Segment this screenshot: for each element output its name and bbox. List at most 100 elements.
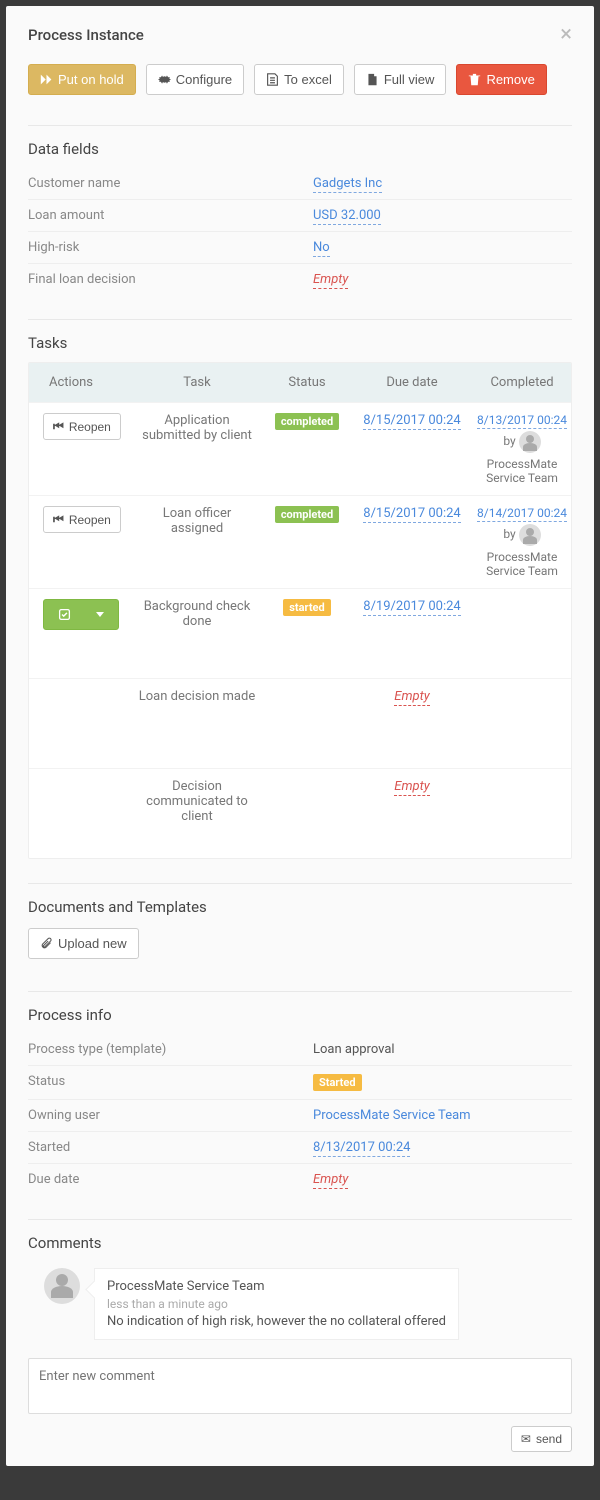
process-info-row: Owning userProcessMate Service Team [28,1100,572,1132]
task-actions-cell: ⏮ Reopen [37,413,137,440]
divider [28,319,572,320]
send-comment-button[interactable]: ✉ send [511,1426,572,1452]
task-row: Loan decision madeEmpty [29,678,571,768]
completed-by-line: by [467,431,572,453]
task-due-date[interactable]: 8/15/2017 00:24 [357,506,467,521]
comment-bubble: ProcessMate Service Teamless than a minu… [94,1268,459,1340]
status-badge: started [283,599,330,616]
completed-date[interactable]: 8/13/2017 00:24 [477,413,567,429]
col-completed: Completed [467,375,572,390]
field-label: Due date [28,1172,313,1187]
comments-title: Comments [28,1234,572,1252]
send-label: send [536,1432,562,1446]
reopen-label: Reopen [69,420,111,434]
task-name: Background check done [137,599,257,629]
process-info-list: Process type (template)Loan approvalStat… [28,1034,572,1195]
put-on-hold-label: Put on hold [58,72,124,87]
task-due-date[interactable]: Empty [357,779,467,794]
rewind-icon: ⏮ [53,512,64,527]
reopen-button[interactable]: ⏮ Reopen [43,506,121,533]
field-value[interactable]: ProcessMate Service Team [313,1108,572,1123]
comments-list: ProcessMate Service Teamless than a minu… [28,1268,572,1340]
task-actions-cell: ⏮ Reopen [37,506,137,533]
envelope-icon: ✉ [521,1432,531,1446]
remove-button[interactable]: Remove [456,64,546,95]
comment-author: ProcessMate Service Team [107,1279,446,1294]
task-actions-cell [37,599,137,630]
close-icon[interactable]: × [560,24,572,46]
data-field-row: Loan amountUSD 32.000 [28,200,572,232]
toolbar: Put on hold Configure To excel Full view… [28,64,572,95]
task-due-date[interactable]: Empty [357,689,467,704]
col-status: Status [257,375,357,390]
field-label: Process type (template) [28,1042,313,1057]
data-field-row: Customer nameGadgets Inc [28,168,572,200]
completed-date[interactable]: 8/14/2017 00:24 [477,506,567,522]
col-actions: Actions [37,375,137,390]
full-view-label: Full view [384,72,435,87]
status-badge: completed [275,413,339,430]
data-fields-list: Customer nameGadgets IncLoan amountUSD 3… [28,168,572,295]
put-on-hold-button[interactable]: Put on hold [28,64,136,95]
task-action-dropdown[interactable] [43,599,119,630]
divider [28,125,572,126]
full-view-button[interactable]: Full view [354,64,447,95]
task-status: completed [257,506,357,523]
data-field-row: Final loan decisionEmpty [28,264,572,295]
task-row: ⏮ Reopen Application submitted by client c… [29,402,571,495]
col-task: Task [137,375,257,390]
status-badge: completed [275,506,339,523]
task-status: started [257,599,357,616]
reopen-button[interactable]: ⏮ Reopen [43,413,121,440]
process-info-row: Due dateEmpty [28,1164,572,1195]
rewind-icon: ⏮ [53,419,64,434]
field-value[interactable]: Empty [313,1172,572,1187]
field-value: Loan approval [313,1042,572,1057]
configure-label: Configure [176,72,232,87]
data-field-row: High-riskNo [28,232,572,264]
divider [28,883,572,884]
field-label: High-risk [28,240,313,255]
avatar-icon [44,1268,80,1304]
tasks-table: Actions Task Status Due date Completed ⏮… [28,362,572,859]
task-completed: 8/13/2017 00:24 by ProcessMate Service Te… [467,413,572,485]
document-icon [366,73,379,86]
task-due-date[interactable]: 8/19/2017 00:24 [357,599,467,614]
process-info-row: Started8/13/2017 00:24 [28,1132,572,1164]
chevron-down-icon [96,612,104,617]
completed-by-name: ProcessMate Service Team [467,457,572,485]
configure-button[interactable]: Configure [146,64,244,95]
col-duedate: Due date [357,375,467,390]
task-due-date[interactable]: 8/15/2017 00:24 [357,413,467,428]
upload-new-button[interactable]: Upload new [28,928,139,959]
task-name: Application submitted by client [137,413,257,443]
field-label: Loan amount [28,208,313,223]
task-status: completed [257,413,357,430]
avatar-icon [519,524,541,546]
process-instance-modal: Process Instance × Put on hold Configure… [6,6,594,1466]
field-value[interactable]: Empty [313,272,572,287]
new-comment-input[interactable] [28,1358,572,1414]
tasks-header-row: Actions Task Status Due date Completed [29,363,571,402]
modal-title: Process Instance [28,26,144,44]
field-value[interactable]: USD 32.000 [313,208,572,223]
completed-by-line: by [467,524,572,546]
avatar-icon [519,431,541,453]
remove-label: Remove [486,72,534,87]
task-row: ⏮ ReopenLoan officer assignedcompleted8/… [29,495,571,588]
field-label: Owning user [28,1108,313,1123]
field-label: Customer name [28,176,313,191]
field-value[interactable]: 8/13/2017 00:24 [313,1140,572,1155]
task-completed: 8/14/2017 00:24by ProcessMate Service Te… [467,506,572,578]
modal-header: Process Instance × [28,24,572,46]
divider [28,991,572,992]
field-value[interactable]: Started [313,1074,572,1091]
upload-new-label: Upload new [58,936,127,951]
field-value[interactable]: No [313,240,572,255]
trash-icon [468,73,481,86]
process-info-title: Process info [28,1006,572,1024]
comment-text: No indication of high risk, however the … [107,1314,446,1329]
status-badge: Started [313,1074,362,1091]
field-value[interactable]: Gadgets Inc [313,176,572,191]
to-excel-button[interactable]: To excel [254,64,344,95]
